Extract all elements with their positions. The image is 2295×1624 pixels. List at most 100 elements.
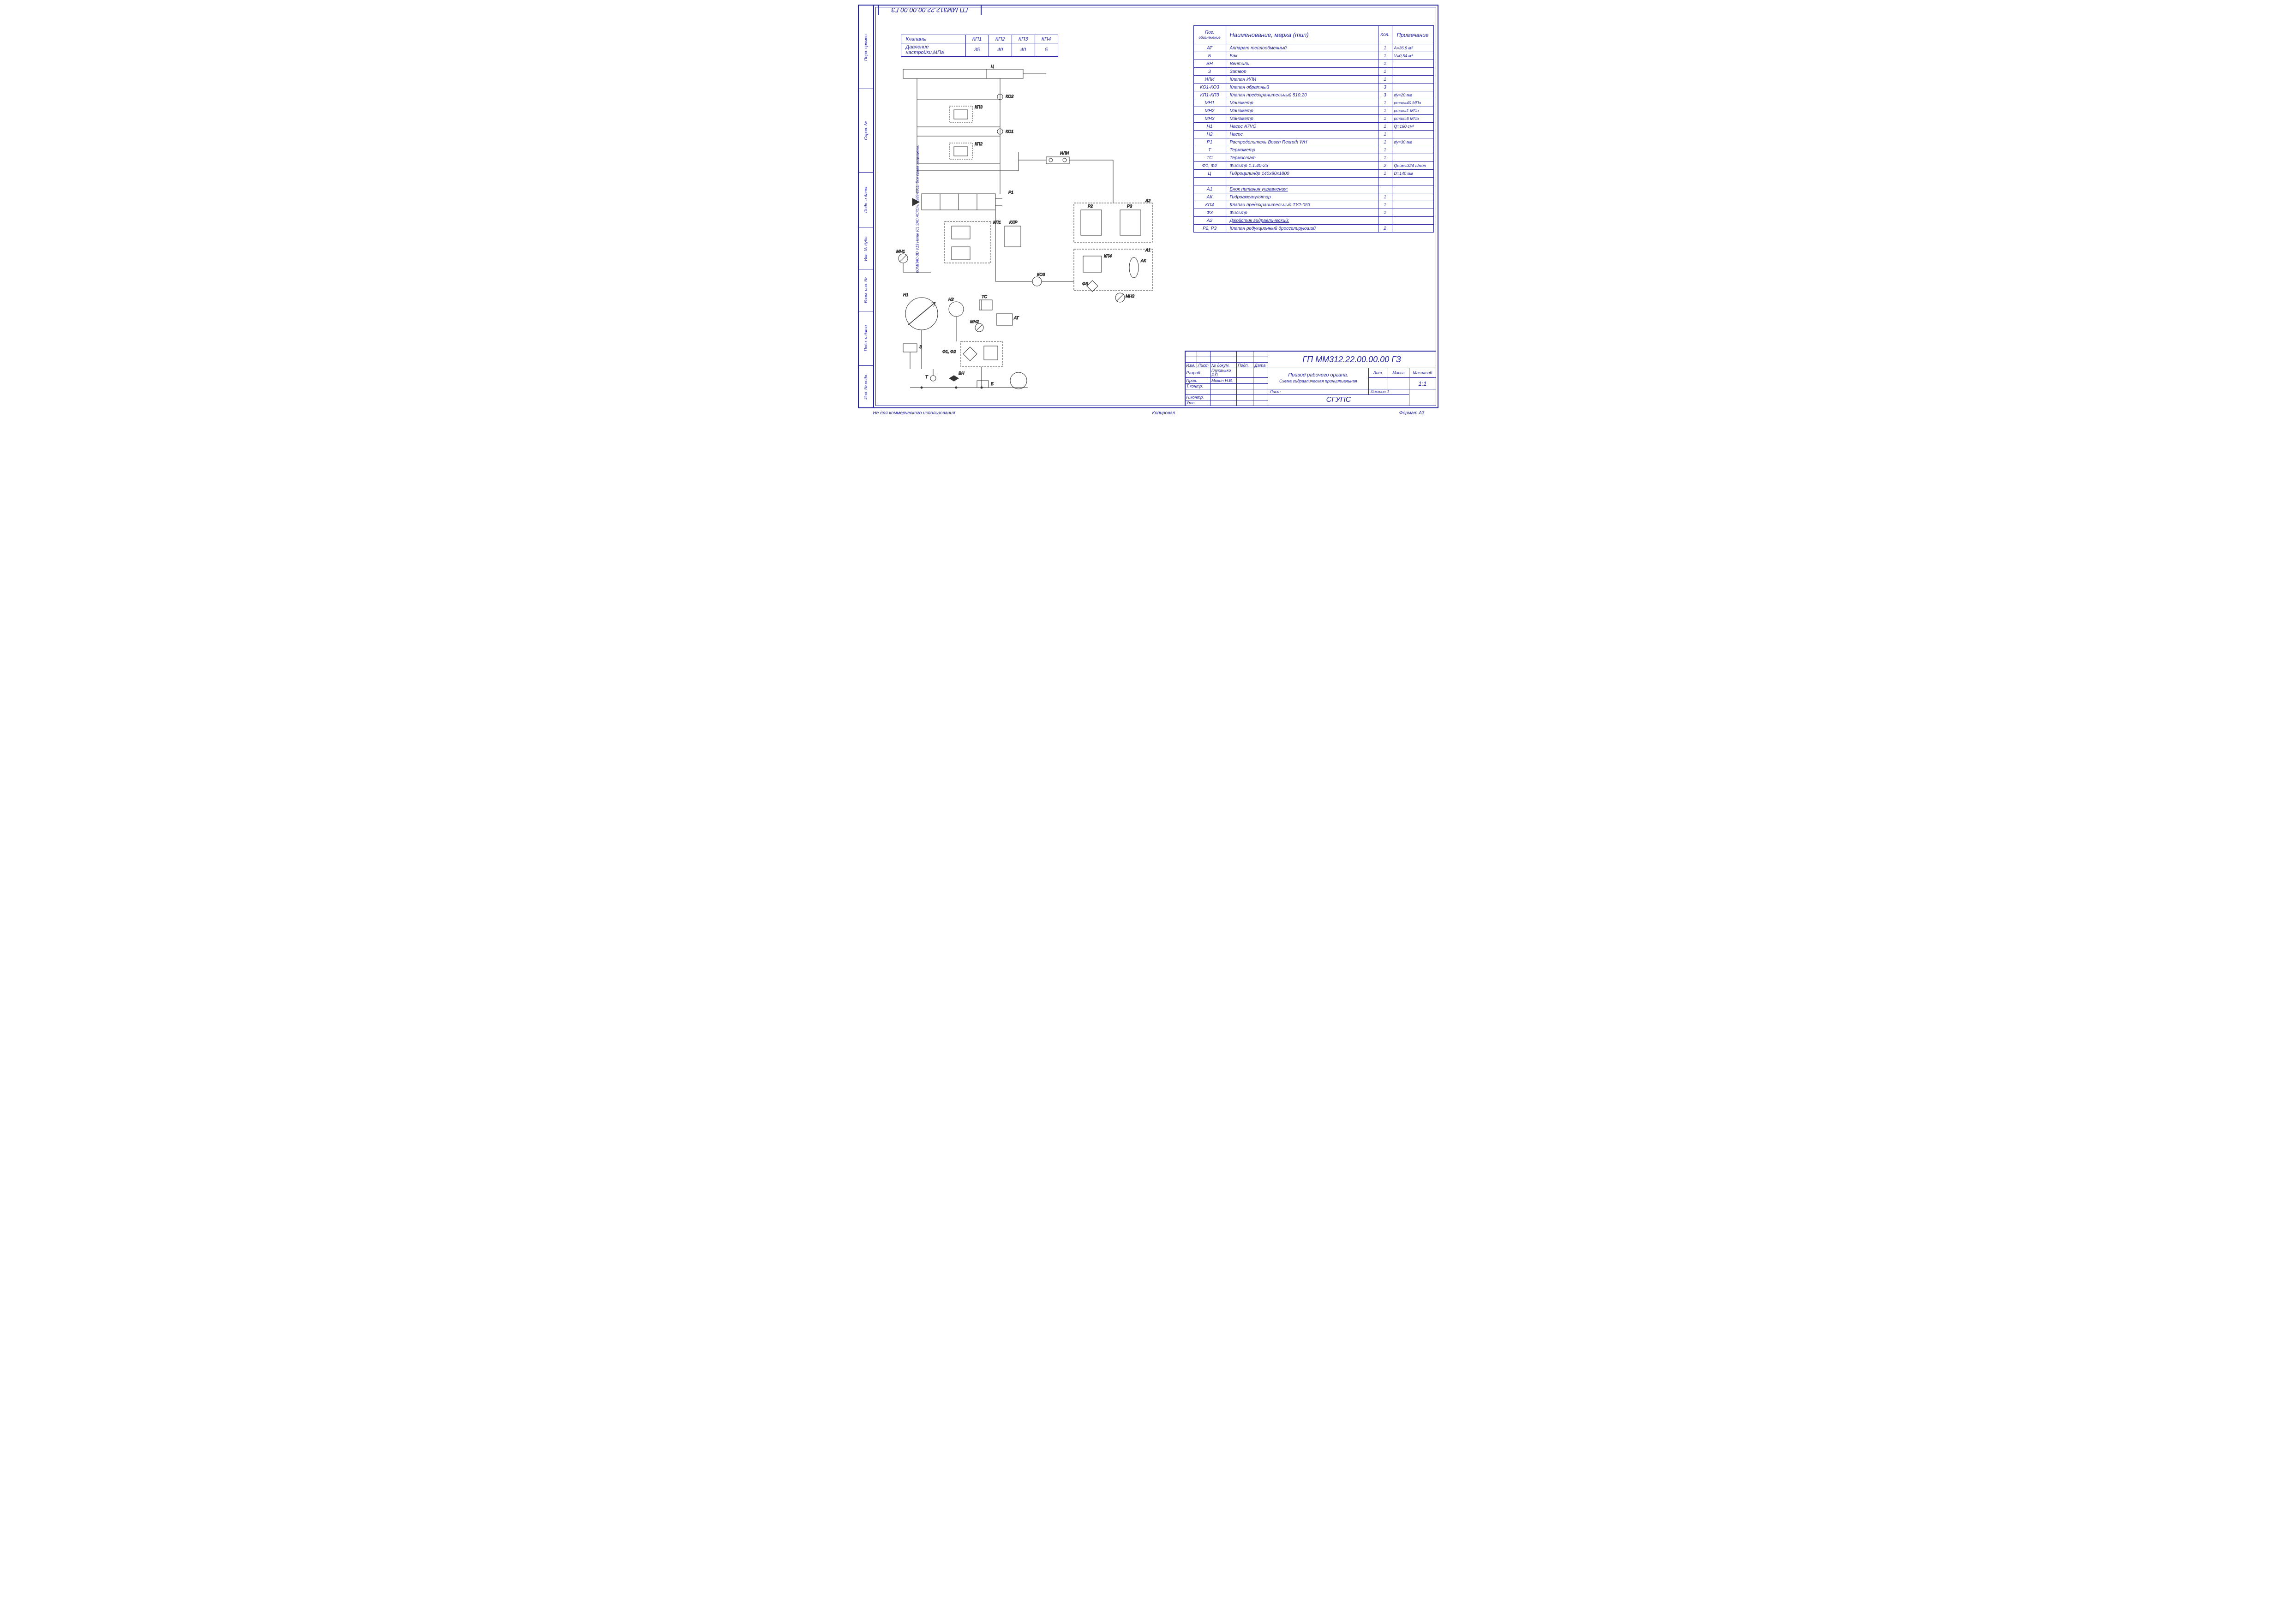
part-note [1392,185,1433,193]
part-name: Клапан предохранительный 510.20 [1226,91,1378,99]
parts-row: МН3Манометр1pmax=6 МПа [1193,115,1433,123]
stamp-vzam: Взам. инв. № [863,277,868,303]
parts-row: КО1-КО3Клапан обратный3 [1193,84,1433,91]
part-note [1392,76,1433,84]
svg-text:Р1: Р1 [1008,190,1013,195]
parts-row: КП4Клапан предохранительный ТУ2-0531 [1193,201,1433,209]
parts-list-table: Поз.обозначение Наименование, марка (тип… [1193,25,1434,233]
tb-massa: Масса [1388,368,1409,378]
svg-text:КО1: КО1 [1006,129,1013,134]
part-name: Фильтр 1.1.40-25 [1226,162,1378,170]
valves-row2-label: Давление настройки,МПа [901,43,965,57]
part-qty: 1 [1378,123,1392,131]
part-qty: 1 [1378,60,1392,68]
valves-h2: КП2 [989,35,1012,43]
part-qty [1378,217,1392,225]
part-note [1392,178,1433,185]
parts-h2: Наименование, марка (тип) [1226,26,1378,44]
svg-text:Ц: Ц [991,65,994,68]
parts-h1a: Поз. [1205,30,1214,35]
part-name: Клапан редукционный дросселирующий [1226,225,1378,233]
svg-text:КП2: КП2 [975,142,983,146]
svg-text:КП4: КП4 [1104,254,1112,258]
part-qty: 3 [1378,84,1392,91]
parts-h1b: обозначение [1198,36,1220,40]
part-name: Распределитель Bosch Rexroth WH [1226,138,1378,146]
doc-title2: Схема гидравлическая принципиальная [1279,379,1357,383]
svg-text:Ф3: Ф3 [1082,281,1088,286]
svg-text:МН2: МН2 [970,319,979,324]
doc-title1: Привод рабочего органа. [1288,372,1348,378]
part-pos: ИЛИ [1193,76,1226,84]
svg-text:КО2: КО2 [1006,94,1013,99]
doc-code-rotated: ГП ММ312.22.00.00.00 ГЗ [891,6,968,14]
tb-utv: Утв. [1185,400,1210,406]
tb-scale: 1:1 [1409,378,1436,389]
part-qty: 1 [1378,76,1392,84]
top-title-tab: ГП ММ312.22.00.00.00 ГЗ [878,5,982,15]
parts-row: Р1Распределитель Bosch Rexroth WH1dу=30 … [1193,138,1433,146]
valves-h3: КП3 [1012,35,1035,43]
part-qty: 1 [1378,131,1392,138]
svg-text:Н1: Н1 [903,293,909,297]
svg-text:КП1: КП1 [993,220,1001,225]
part-name: Насос A7VO [1226,123,1378,131]
part-pos: Ф1, Ф2 [1193,162,1226,170]
parts-row: Н1Насос A7VO1Q=160 см³ [1193,123,1433,131]
part-note [1392,154,1433,162]
part-note: pmax=1 МПа [1392,107,1433,115]
stamp-invp: Инв. № подл. [863,374,868,400]
parts-row: КП1-КП3Клапан предохранительный 510.203d… [1193,91,1433,99]
part-name: Вентиль [1226,60,1378,68]
valves-h1: КП1 [965,35,989,43]
parts-row: АКГидроаккумулятор1 [1193,193,1433,201]
svg-text:КП3: КП3 [975,105,983,109]
doc-number: ГП ММ312.22.00.00.00 ГЗ [1268,352,1436,368]
part-qty: 1 [1378,146,1392,154]
parts-row: ИЛИКлапан ИЛИ1 [1193,76,1433,84]
svg-text:Н2: Н2 [948,297,954,302]
part-qty: 3 [1378,91,1392,99]
part-pos: Ц [1193,170,1226,178]
parts-row: ВНВентиль1 [1193,60,1433,68]
part-qty: 1 [1378,193,1392,201]
part-pos: Р2, Р3 [1193,225,1226,233]
part-qty: 1 [1378,115,1392,123]
parts-row: АТАппарат теплообменный1A=36,9 м² [1193,44,1433,52]
part-pos: Т [1193,146,1226,154]
svg-text:А2: А2 [1145,198,1150,203]
part-note: D=140 мм [1392,170,1433,178]
part-pos [1193,178,1226,185]
part-pos: МН3 [1193,115,1226,123]
part-name: Манометр [1226,99,1378,107]
tb-lit: Лит. [1368,368,1388,378]
svg-text:ВН: ВН [959,371,965,376]
part-name: Манометр [1226,107,1378,115]
part-name: Блок питания управления: [1226,185,1378,193]
part-note: Q=160 см³ [1392,123,1433,131]
part-note: dу=30 мм [1392,138,1433,146]
part-name: Затвор [1226,68,1378,76]
left-stamp-column: Перв. примен. Справ. № Подп. и дата Инв.… [858,5,873,408]
tb-ndoc: № докум. [1210,363,1236,368]
part-name: Гидроаккумулятор [1226,193,1378,201]
bottom-right: Формат A3 [1399,411,1425,416]
part-qty: 1 [1378,44,1392,52]
part-pos: КП4 [1193,201,1226,209]
svg-text:КЛР: КЛР [1009,220,1017,225]
part-name [1226,178,1378,185]
stamp-podp1: Подп. и дата [863,187,868,213]
part-note [1392,201,1433,209]
svg-text:АТ: АТ [1013,316,1019,320]
parts-row: Ф3Фильтр1 [1193,209,1433,217]
part-pos: МН2 [1193,107,1226,115]
svg-text:А1: А1 [1145,248,1150,252]
part-qty: 1 [1378,154,1392,162]
part-qty: 2 [1378,162,1392,170]
valves-v4: 5 [1035,43,1058,57]
valves-v1: 35 [965,43,989,57]
svg-text:МН1: МН1 [896,249,905,254]
parts-row: МН2Манометр1pmax=1 МПа [1193,107,1433,115]
part-pos: ВН [1193,60,1226,68]
parts-row: А2Джойстик гидравлический: [1193,217,1433,225]
